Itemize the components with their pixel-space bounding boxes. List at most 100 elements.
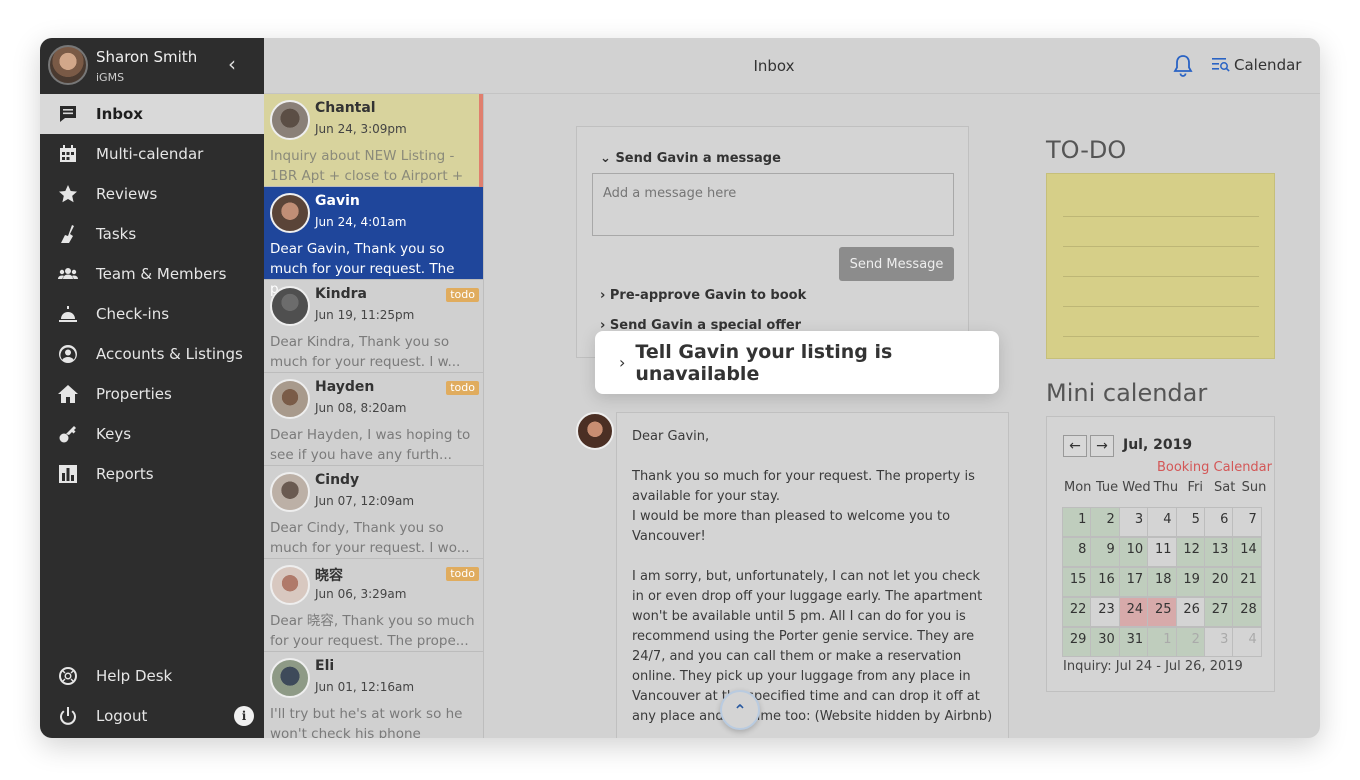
sidebar-item-label: Reviews [96, 185, 158, 203]
bell-desk-icon [56, 302, 80, 326]
account-icon [56, 342, 80, 366]
calendar-day[interactable]: 3 [1203, 627, 1234, 657]
todo-note[interactable] [1046, 173, 1275, 359]
weekday-label: Tue [1095, 480, 1119, 495]
scroll-up-button[interactable]: ⌃ [720, 690, 760, 730]
conversation-item[interactable]: Eli Jun 01, 12:16am I'll try but he's at… [264, 652, 483, 738]
chevron-left-icon[interactable]: ‹ [228, 54, 236, 74]
sidebar-item-label: Team & Members [96, 265, 227, 283]
sidebar-item-team-members[interactable]: Team & Members [40, 254, 264, 294]
avatar [270, 193, 310, 233]
conversation-item[interactable]: Chantal Jun 24, 3:09pm Inquiry about NEW… [264, 94, 483, 204]
preapprove-label: Pre-approve Gavin to book [609, 288, 807, 303]
sidebar-item-keys[interactable]: Keys [40, 414, 264, 454]
calendar-day[interactable]: 21 [1232, 567, 1262, 597]
sidebar-item-label: Help Desk [96, 667, 173, 685]
sidebar-item-inbox[interactable]: Inbox [40, 94, 264, 134]
unread-marker [479, 94, 483, 187]
sidebar-item-properties[interactable]: Properties [40, 374, 264, 414]
todo-badge: todo [446, 288, 479, 302]
calendar-day[interactable]: 8 [1062, 537, 1092, 567]
calendar-day[interactable]: 31 [1118, 627, 1149, 657]
calendar-day[interactable]: 7 [1232, 507, 1262, 537]
conversation-item[interactable]: 晓容 Jun 06, 3:29am Dear 晓容, Thank you so … [264, 559, 483, 652]
conversation-date: Jun 01, 12:16am [315, 680, 415, 694]
conversation-item[interactable]: Kindra Jun 19, 11:25pm Dear Kindra, Than… [264, 280, 483, 373]
calendar-day[interactable]: 29 [1062, 627, 1092, 657]
calendar-day[interactable]: 28 [1232, 597, 1262, 627]
conversation-date: Jun 19, 11:25pm [315, 308, 415, 322]
arrow-left-icon[interactable]: ← [1063, 435, 1087, 457]
sidebar-item-reviews[interactable]: Reviews [40, 174, 264, 214]
calendar-day[interactable]: 22 [1062, 597, 1092, 627]
sidebar-item-help-desk[interactable]: Help Desk [40, 656, 264, 696]
calendar-day[interactable]: 12 [1175, 537, 1205, 567]
calendar-day[interactable]: 19 [1175, 567, 1205, 597]
weekday-label: Mon [1063, 480, 1092, 495]
conversation-item[interactable]: Hayden Jun 08, 8:20am Dear Hayden, I was… [264, 373, 483, 466]
calendar-button[interactable]: Calendar [1212, 56, 1301, 74]
calendar-day[interactable]: 2 [1175, 627, 1205, 657]
calendar-day[interactable]: 24 [1118, 597, 1149, 627]
booking-calendar-link[interactable]: Booking Calendar [1157, 460, 1272, 475]
sidebar-item-logout[interactable]: Logout i [40, 696, 264, 736]
sidebar-item-label: Properties [96, 385, 172, 403]
sidebar-item-accounts-listings[interactable]: Accounts & Listings [40, 334, 264, 374]
calendar-day[interactable]: 13 [1203, 537, 1234, 567]
conversation-name: Eli [315, 658, 335, 674]
arrow-right-icon[interactable]: → [1090, 435, 1114, 457]
preapprove-option[interactable]: › Pre-approve Gavin to book [600, 288, 806, 303]
calendar-day[interactable]: 30 [1090, 627, 1120, 657]
calendar-day[interactable]: 6 [1203, 507, 1234, 537]
calendar-day[interactable]: 25 [1147, 597, 1177, 627]
sidebar-item-reports[interactable]: Reports [40, 454, 264, 494]
unavailable-option[interactable]: › Tell Gavin your listing is unavailable [595, 331, 999, 394]
send-message-button[interactable]: Send Message [839, 247, 954, 281]
calendar-day[interactable]: 1 [1062, 507, 1092, 537]
calendar-day[interactable]: 26 [1175, 597, 1205, 627]
sidebar-item-tasks[interactable]: Tasks [40, 214, 264, 254]
calendar-day[interactable]: 16 [1090, 567, 1120, 597]
profile-name: Sharon Smith [96, 48, 198, 66]
sidebar-item-multi-calendar[interactable]: Multi-calendar [40, 134, 264, 174]
calendar-day[interactable]: 10 [1118, 537, 1149, 567]
reports-icon [56, 462, 80, 486]
message-paragraph: Dear Gavin, [632, 429, 710, 444]
calendar-day[interactable]: 2 [1090, 507, 1120, 537]
message-input[interactable] [592, 173, 954, 236]
bell-icon[interactable] [1172, 54, 1194, 78]
compose-toggle[interactable]: ⌄ Send Gavin a message [600, 151, 781, 166]
calendar-day[interactable]: 15 [1062, 567, 1092, 597]
calendar-day[interactable]: 18 [1147, 567, 1177, 597]
calendar-day[interactable]: 11 [1147, 537, 1177, 567]
calendar-day[interactable]: 5 [1175, 507, 1205, 537]
conversation-preview: Dear Hayden, I was hoping to see if you … [270, 427, 471, 463]
app-window: Sharon Smith iGMS ‹ Inbox Multi-calendar… [40, 38, 1320, 738]
weekday-label: Sun [1241, 480, 1267, 495]
conversation-preview: Dear Cindy, Thank you so much for your r… [270, 520, 470, 556]
sidebar-bottom: Help Desk Logout i [40, 656, 264, 736]
sidebar-item-check-ins[interactable]: Check-ins [40, 294, 264, 334]
calendar-day[interactable]: 23 [1090, 597, 1120, 627]
sidebar-item-label: Check-ins [96, 305, 170, 323]
inbox-icon [56, 102, 80, 126]
calendar-day[interactable]: 9 [1090, 537, 1120, 567]
calendar-day[interactable]: 14 [1232, 537, 1262, 567]
avatar [270, 286, 310, 326]
calendar-day[interactable]: 20 [1203, 567, 1234, 597]
calendar-day[interactable]: 4 [1232, 627, 1262, 657]
calendar-day[interactable]: 17 [1118, 567, 1149, 597]
calendar-day[interactable]: 27 [1203, 597, 1234, 627]
sidebar-item-label: Keys [96, 425, 132, 443]
conversation-name: Kindra [315, 286, 367, 302]
calendar-day[interactable]: 1 [1147, 627, 1177, 657]
info-icon[interactable]: i [234, 706, 254, 726]
conversation-date: Jun 07, 12:09am [315, 494, 415, 508]
calendar-day[interactable]: 4 [1147, 507, 1177, 537]
month-nav: ← → [1063, 435, 1114, 457]
calendar-day[interactable]: 3 [1118, 507, 1149, 537]
profile-header[interactable]: Sharon Smith iGMS ‹ [40, 38, 264, 94]
month-label: Jul, 2019 [1123, 437, 1193, 453]
conversation-item[interactable]: Cindy Jun 07, 12:09am Dear Cindy, Thank … [264, 466, 483, 559]
conversation-item[interactable]: Gavin Jun 24, 4:01am Dear Gavin, Thank y… [264, 187, 483, 297]
